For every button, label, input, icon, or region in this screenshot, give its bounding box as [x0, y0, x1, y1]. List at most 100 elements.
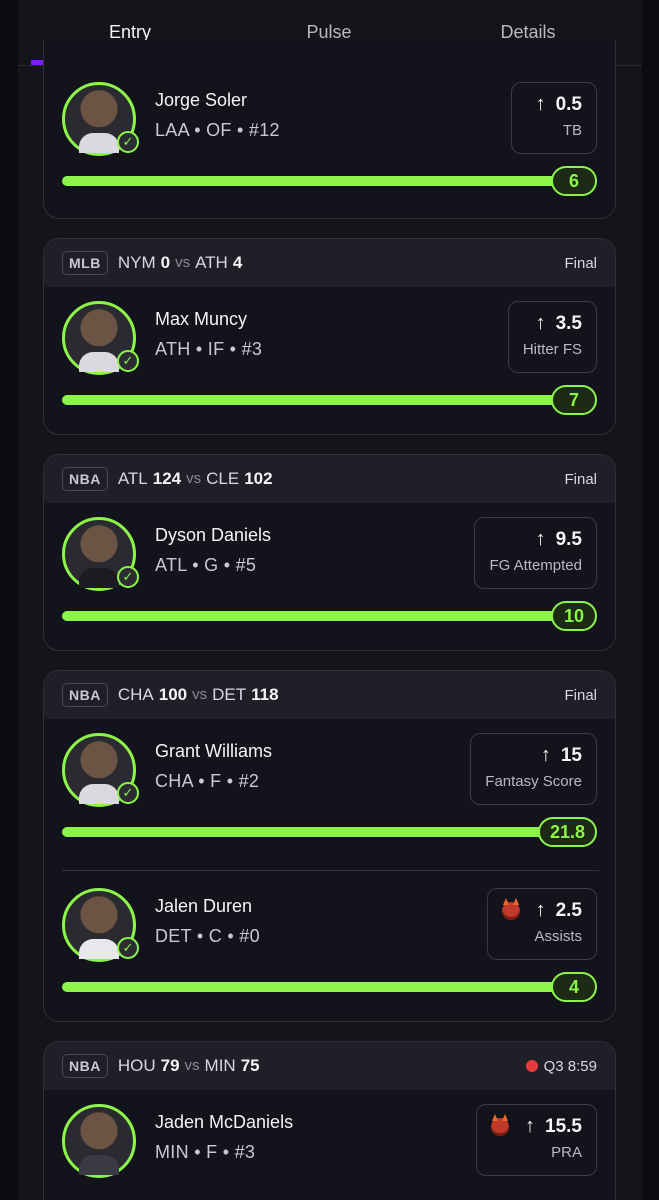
demon-icon: [501, 897, 520, 920]
player-row[interactable]: ✓ Jorge Soler LAA • OF • #12 ↑ 0.5 TB 6: [44, 70, 615, 218]
arrow-up-icon: ↑: [535, 528, 546, 550]
away-team: CHA: [117, 685, 154, 704]
checkmark-icon: ✓: [117, 350, 139, 372]
game-header: NBA CHA 100 vs DET 118 Final: [44, 671, 615, 719]
pick-stat: Fantasy Score: [485, 773, 582, 790]
vs-label: vs: [186, 470, 202, 487]
player-meta: ATL • G • #5: [155, 555, 257, 575]
player-meta: CHA • F • #2: [155, 771, 260, 791]
player-row[interactable]: ✓ Jalen Duren DET • C • #0 ↑ 2.5 Assists …: [44, 876, 615, 1021]
jersey: [79, 568, 119, 588]
away-score: 0: [160, 253, 171, 272]
arrow-up-icon: ↑: [535, 899, 546, 921]
away-score: 79: [160, 1056, 180, 1075]
result-badge: 21.8: [537, 817, 597, 847]
pick-line: 2.5: [555, 899, 582, 921]
player-avatar: ✓: [62, 82, 139, 156]
home-score: 4: [232, 253, 243, 272]
pick-stat: PRA: [551, 1144, 582, 1161]
pick-card[interactable]: NBA CHA 100 vs DET 118 Final ✓ Grant Willi…: [43, 670, 616, 1022]
pick-stat: Assists: [534, 928, 582, 945]
checkmark-icon: ✓: [117, 131, 139, 153]
player-row[interactable]: Jaden McDaniels MIN • F • #3 ↑ 15.5 PRA: [44, 1092, 615, 1200]
game-score: CHA 100 vs DET 118: [118, 685, 279, 705]
vs-label: vs: [192, 686, 208, 703]
away-score: 100: [158, 685, 188, 704]
demon-icon: [491, 1113, 510, 1136]
jersey: [79, 1155, 119, 1175]
player-avatar: ✓: [62, 888, 139, 962]
league-badge: NBA: [62, 467, 108, 491]
pick-card[interactable]: MLB NYM 0 vs ATH 4 Final ✓ Max Muncy ATH •…: [43, 238, 616, 435]
pick-line-box: ↑ 9.5 FG Attempted: [474, 517, 597, 589]
player-name: Grant Williams: [155, 741, 273, 761]
game-score: HOU 79 vs MIN 75: [118, 1056, 260, 1076]
home-score: 75: [240, 1056, 260, 1075]
pick-line: 9.5: [555, 528, 582, 550]
player-name: Max Muncy: [155, 309, 248, 329]
pick-line-box: ↑ 0.5 TB: [511, 82, 597, 154]
game-score: ATL 124 vs CLE 102: [118, 469, 273, 489]
player-row[interactable]: ✓ Max Muncy ATH • IF • #3 ↑ 3.5 Hitter FS…: [44, 289, 615, 434]
pick-line: 15: [560, 744, 582, 766]
pick-line-box: ↑ 3.5 Hitter FS: [507, 301, 597, 373]
player-avatar: ✓: [62, 301, 139, 375]
checkmark-icon: ✓: [117, 566, 139, 588]
progress-bar: [62, 395, 562, 405]
pick-stat: FG Attempted: [489, 557, 582, 574]
pick-card[interactable]: NBA ATL 124 vs CLE 102 Final ✓ Dyson Danie…: [43, 454, 616, 651]
pick-line: 15.5: [545, 1115, 582, 1137]
result-badge: 10: [551, 601, 597, 631]
home-score: 102: [244, 469, 273, 488]
arrow-up-icon: ↑: [540, 744, 551, 766]
pick-card[interactable]: NBA HOU 79 vs MIN 75 Q3 8:59 Jaden McDanie…: [43, 1041, 616, 1200]
player-meta: MIN • F • #3: [155, 1142, 256, 1162]
jersey: [79, 784, 119, 804]
league-badge: MLB: [62, 251, 108, 275]
progress-bar: [62, 982, 562, 992]
vs-label: vs: [175, 254, 191, 271]
pick-line: 0.5: [555, 93, 582, 115]
progress-bar: [62, 176, 562, 186]
player-meta: LAA • OF • #12: [155, 120, 280, 140]
divider: [62, 870, 599, 871]
away-team: NYM: [117, 253, 156, 272]
result-badge: 6: [551, 166, 597, 196]
away-score: 124: [152, 469, 182, 488]
game-status: Final: [564, 470, 597, 488]
checkmark-icon: ✓: [117, 782, 139, 804]
pick-stat: Hitter FS: [522, 341, 582, 358]
jersey: [79, 939, 119, 959]
home-score: 118: [251, 685, 279, 704]
pick-card[interactable]: ✓ Jorge Soler LAA • OF • #12 ↑ 0.5 TB 6: [43, 40, 616, 219]
home-team: CLE: [206, 469, 240, 488]
pick-stat: TB: [562, 122, 582, 139]
jersey: [79, 352, 119, 372]
pick-line-box: ↑ 15.5 PRA: [476, 1104, 597, 1176]
home-team: MIN: [204, 1056, 236, 1075]
game-score: NYM 0 vs ATH 4: [118, 253, 242, 273]
result-badge: 4: [551, 972, 597, 1002]
away-team: ATL: [117, 469, 148, 488]
game-header: NBA ATL 124 vs CLE 102 Final: [44, 455, 615, 503]
player-name: Jaden McDaniels: [155, 1112, 294, 1132]
player-meta: ATH • IF • #3: [155, 339, 263, 359]
player-row[interactable]: ✓ Dyson Daniels ATL • G • #5 ↑ 9.5 FG Att…: [44, 505, 615, 650]
pick-line-box: ↑ 15 Fantasy Score: [470, 733, 597, 805]
game-status: Q3 8:59: [525, 1057, 597, 1075]
vs-label: vs: [184, 1057, 200, 1074]
home-team: DET: [212, 685, 247, 704]
live-indicator-icon: [525, 1060, 538, 1072]
progress-bar: [62, 611, 562, 621]
player-row[interactable]: ✓ Grant Williams CHA • F • #2 ↑ 15 Fantas…: [44, 721, 615, 875]
player-name: Dyson Daniels: [155, 525, 272, 545]
game-clock: Q3 8:59: [543, 1057, 597, 1075]
arrow-up-icon: ↑: [535, 312, 546, 334]
arrow-up-icon: ↑: [525, 1115, 536, 1137]
league-badge: NBA: [62, 1054, 108, 1078]
pick-line-box: ↑ 2.5 Assists: [486, 888, 597, 960]
game-status: Final: [564, 254, 597, 272]
game-header: NBA HOU 79 vs MIN 75 Q3 8:59: [44, 1042, 615, 1090]
player-meta: DET • C • #0: [155, 926, 260, 946]
home-team: ATH: [195, 253, 228, 272]
